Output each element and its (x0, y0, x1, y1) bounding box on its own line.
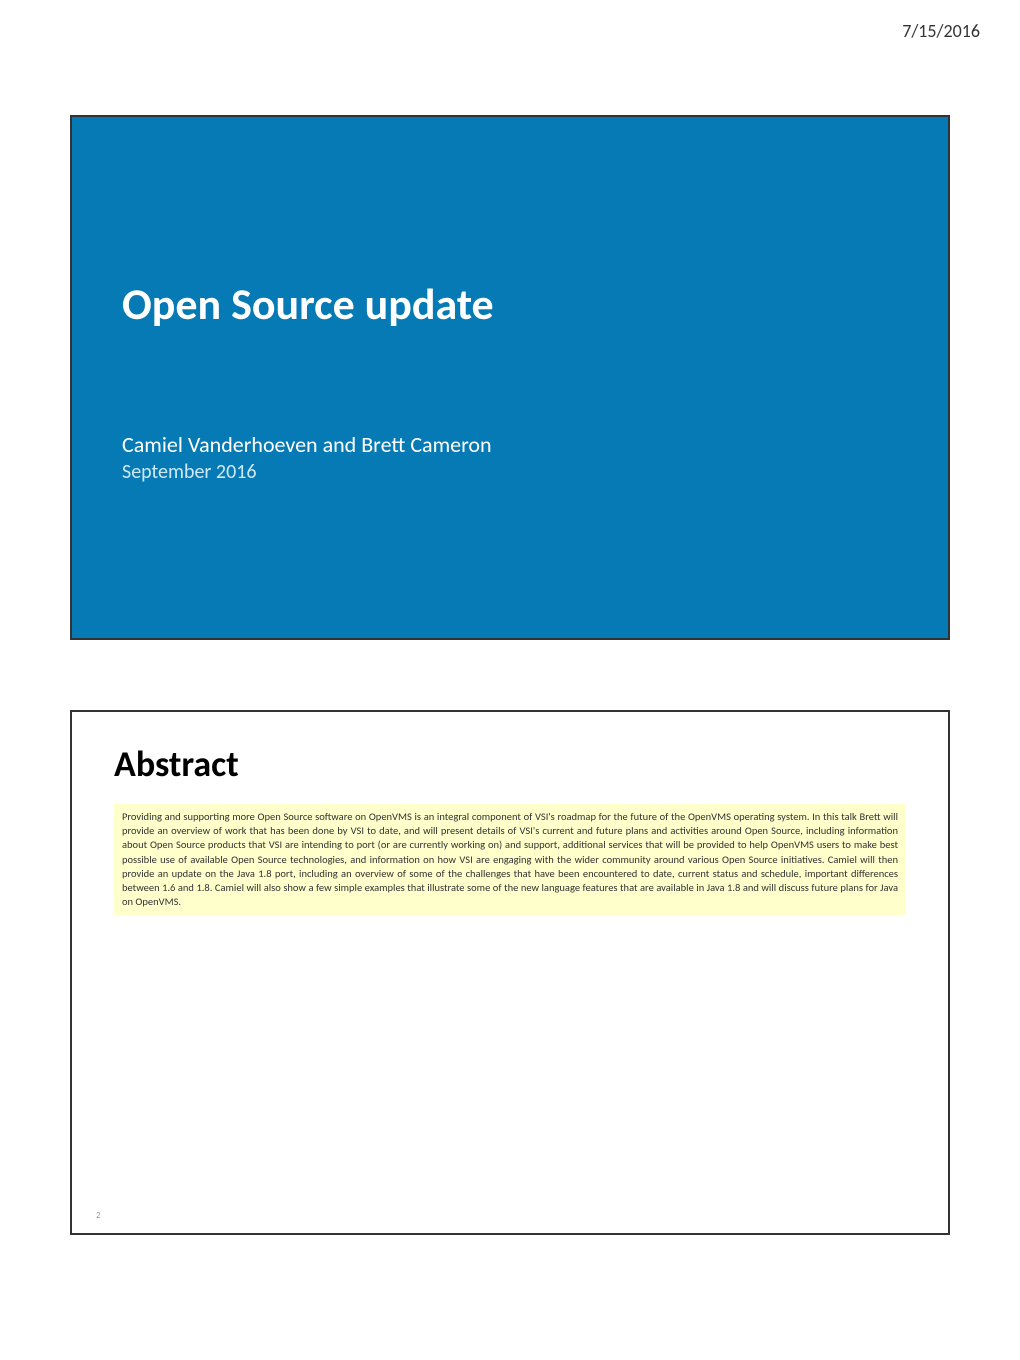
page-header-date: 7/15/2016 (902, 20, 980, 42)
slide-2-title: Abstract (114, 742, 906, 786)
abstract-text-box: Providing and supporting more Open Sourc… (114, 804, 906, 915)
slide-1-content: Open Source update Camiel Vanderhoeven a… (72, 117, 948, 484)
slide-1-authors: Camiel Vanderhoeven and Brett Cameron (122, 431, 898, 458)
slide-1: Open Source update Camiel Vanderhoeven a… (70, 115, 950, 640)
slide-2-page-number: 2 (96, 1210, 101, 1221)
slide-1-title: Open Source update (122, 277, 898, 331)
slide-2-content: Abstract Providing and supporting more O… (72, 712, 948, 945)
slide-2: Abstract Providing and supporting more O… (70, 710, 950, 1235)
slide-1-date: September 2016 (122, 460, 898, 484)
